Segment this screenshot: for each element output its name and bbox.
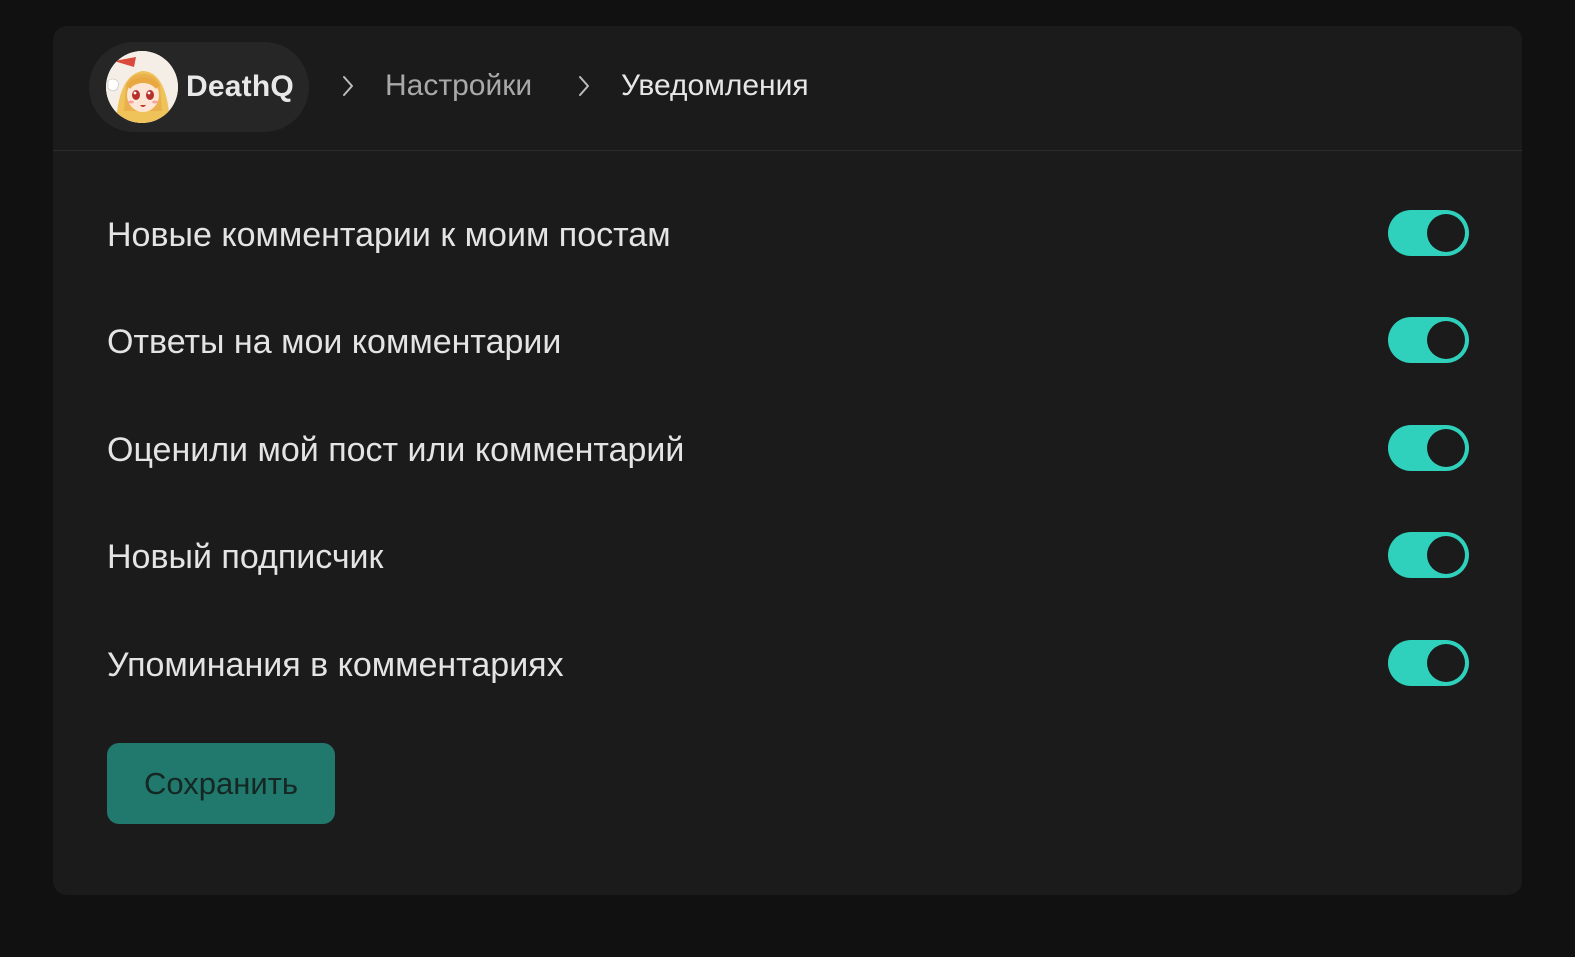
setting-row-new-comments: Новые комментарии к моим постам bbox=[107, 203, 1469, 263]
setting-row-ratings: Оценили мой пост или комментарий bbox=[107, 418, 1469, 478]
save-button[interactable]: Сохранить bbox=[107, 743, 335, 824]
toggle-new-comments[interactable] bbox=[1388, 210, 1469, 256]
breadcrumb-current-page: Уведомления bbox=[621, 69, 809, 102]
toggle-knob bbox=[1427, 644, 1465, 682]
avatar bbox=[106, 51, 178, 123]
toggle-mentions[interactable] bbox=[1388, 640, 1469, 686]
setting-label: Новый подписчик bbox=[107, 538, 384, 576]
user-profile-chip[interactable]: DeathQ bbox=[89, 42, 309, 132]
setting-row-new-follower: Новый подписчик bbox=[107, 525, 1469, 585]
setting-row-mentions: Упоминания в комментариях bbox=[107, 633, 1469, 693]
toggle-ratings[interactable] bbox=[1388, 425, 1469, 471]
toggle-knob bbox=[1427, 214, 1465, 252]
toggle-knob bbox=[1427, 429, 1465, 467]
toggle-knob bbox=[1427, 536, 1465, 574]
notification-settings-card: DeathQ Настройки Уведомления Новые комме… bbox=[53, 26, 1522, 895]
breadcrumb-settings-link[interactable]: Настройки bbox=[385, 68, 532, 104]
chevron-right-icon bbox=[343, 76, 353, 96]
toggle-comment-replies[interactable] bbox=[1388, 317, 1469, 363]
setting-label: Упоминания в комментариях bbox=[107, 646, 564, 684]
setting-label: Ответы на мои комментарии bbox=[107, 323, 562, 361]
breadcrumb: DeathQ Настройки Уведомления bbox=[53, 26, 1522, 151]
toggle-new-follower[interactable] bbox=[1388, 532, 1469, 578]
anime-girl-avatar-icon bbox=[106, 51, 178, 123]
toggle-knob bbox=[1427, 321, 1465, 359]
setting-row-comment-replies: Ответы на мои комментарии bbox=[107, 310, 1469, 370]
setting-label: Новые комментарии к моим постам bbox=[107, 216, 671, 254]
username: DeathQ bbox=[186, 70, 294, 103]
setting-label: Оценили мой пост или комментарий bbox=[107, 431, 685, 469]
chevron-right-icon bbox=[579, 76, 589, 96]
